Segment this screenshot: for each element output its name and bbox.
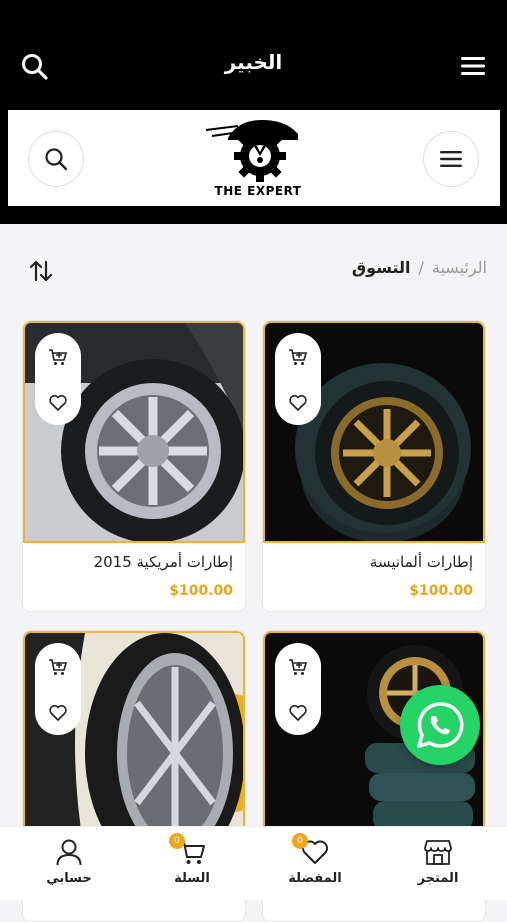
wishlist-heart-icon[interactable]: [48, 393, 68, 413]
tab-account[interactable]: حسابي: [29, 837, 109, 886]
wishlist-heart-icon[interactable]: [288, 393, 308, 413]
product-actions: [35, 333, 81, 425]
tab-favorites-label: المفضلة: [288, 871, 342, 886]
product-actions: [275, 333, 321, 425]
top-bar: الخبير: [0, 0, 507, 108]
add-to-cart-icon[interactable]: [288, 657, 308, 677]
breadcrumb-separator: /: [418, 258, 424, 277]
cart-icon: 0: [169, 833, 207, 867]
tab-account-label: حسابي: [46, 871, 92, 886]
tab-store-label: المتجر: [417, 871, 459, 886]
app-title: الخبير: [224, 50, 283, 74]
product-price: $100.00: [409, 583, 473, 599]
product-name[interactable]: إطارات ألمانيسة: [370, 553, 473, 571]
breadcrumb-current: التسوق: [351, 258, 411, 277]
heart-icon: 0: [292, 833, 330, 867]
brand-banner: THE EXPERT: [8, 110, 500, 206]
add-to-cart-icon[interactable]: [48, 657, 68, 677]
bottom-nav: المتجر 0 المفضلة 0 السلة حسابي: [0, 826, 507, 900]
tab-cart[interactable]: 0 السلة: [152, 833, 232, 886]
product-name[interactable]: إطارات أمريكية 2015: [94, 553, 233, 571]
tab-cart-label: السلة: [174, 871, 210, 886]
favorites-count-badge: 0: [292, 833, 308, 849]
cart-count-badge: 0: [169, 833, 185, 849]
wishlist-heart-icon[interactable]: [48, 703, 68, 723]
brand-logo: THE EXPERT: [198, 116, 318, 202]
whatsapp-icon: [417, 702, 464, 748]
wishlist-heart-icon[interactable]: [288, 703, 308, 723]
product-price: $100.00: [169, 583, 233, 599]
breadcrumb: الرئيسية / التسوق: [352, 258, 487, 277]
banner-search-button[interactable]: [28, 131, 84, 187]
breadcrumb-home[interactable]: الرئيسية: [432, 258, 487, 277]
store-icon: [423, 837, 453, 867]
tab-favorites[interactable]: 0 المفضلة: [275, 833, 355, 886]
product-actions: [35, 643, 81, 735]
tab-store[interactable]: المتجر: [398, 837, 478, 886]
add-to-cart-icon[interactable]: [48, 347, 68, 367]
add-to-cart-icon[interactable]: [288, 347, 308, 367]
product-card[interactable]: إطارات ألمانيسة $100.00: [262, 320, 486, 612]
brand-name: THE EXPERT: [214, 184, 302, 198]
search-icon: [45, 148, 68, 171]
sort-icon[interactable]: [28, 258, 54, 284]
product-card[interactable]: إطارات أمريكية 2015 $100.00: [22, 320, 246, 612]
hamburger-menu-icon: [440, 151, 462, 167]
whatsapp-button[interactable]: [400, 685, 480, 765]
hamburger-menu-icon[interactable]: [459, 52, 487, 80]
user-icon: [54, 837, 84, 867]
product-actions: [275, 643, 321, 735]
banner-menu-button[interactable]: [423, 131, 479, 187]
banner: THE EXPERT: [0, 108, 507, 224]
